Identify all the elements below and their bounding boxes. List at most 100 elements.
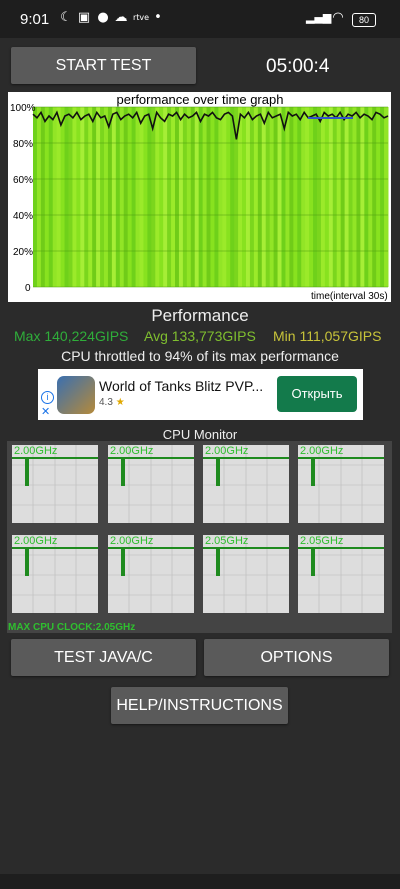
y-tick-80: 80%: [13, 139, 34, 150]
stripe: [273, 107, 279, 287]
stripe: [364, 107, 369, 287]
stripe: [178, 107, 184, 287]
cpu-core-frequency: 2.00GHz: [110, 445, 154, 457]
stripe: [123, 107, 129, 287]
stripe: [36, 107, 42, 287]
stripe: [309, 107, 314, 287]
stripe: [257, 107, 263, 287]
stripe: [96, 107, 101, 287]
stripe: [159, 107, 164, 287]
y-tick-20: 20%: [13, 247, 34, 258]
stripe: [182, 107, 188, 287]
stripe: [155, 107, 160, 287]
timer: 05:00:4: [266, 56, 330, 77]
cpu-core-graph: 2.00GHz: [108, 535, 194, 613]
app-icon: ●: [97, 10, 109, 25]
stripe: [305, 107, 310, 287]
ad-app-icon: [57, 376, 95, 414]
stripe: [368, 107, 373, 287]
stripe: [135, 107, 140, 287]
stripe: [297, 107, 302, 287]
stripe: [210, 107, 215, 287]
nfc-icon: ▣: [77, 10, 91, 25]
stripe: [332, 107, 338, 287]
stripe: [277, 107, 282, 287]
stripe: [293, 107, 298, 287]
stripe: [348, 107, 353, 287]
cpu-core-frequency: 2.00GHz: [300, 445, 344, 457]
performance-graph: [8, 92, 391, 302]
stripe: [40, 107, 46, 287]
performance-title: Performance: [151, 306, 249, 325]
cpu-core-frequency: 2.05GHz: [300, 535, 344, 547]
stripe: [320, 107, 326, 287]
stripe: [384, 107, 389, 287]
stripe: [163, 107, 168, 287]
stripe: [206, 107, 211, 287]
stripe: [352, 107, 357, 287]
stripe: [131, 107, 137, 287]
cpu-core-graph: 2.05GHz: [203, 535, 289, 613]
stripe: [380, 107, 385, 287]
cpu-core-frequency: 2.00GHz: [110, 535, 154, 547]
y-tick-40: 40%: [13, 211, 34, 222]
throttle-text: CPU throttled to 94% of its max performa…: [61, 348, 339, 364]
y-tick-60: 60%: [13, 175, 34, 186]
stripe: [281, 107, 286, 287]
ad-open-button[interactable]: Открыть: [277, 376, 357, 412]
close-icon[interactable]: ✕: [41, 405, 50, 418]
stripe: [147, 107, 152, 287]
stripe: [111, 107, 117, 287]
stripe: [80, 107, 85, 287]
cpu-core-frequency: 2.00GHz: [14, 535, 58, 547]
stripe: [171, 107, 176, 287]
stripe: [301, 107, 306, 287]
stripe: [72, 107, 77, 287]
stripe: [336, 107, 342, 287]
navigation-bar: [0, 874, 400, 889]
stripe: [214, 107, 219, 287]
stripe: [194, 107, 200, 287]
status-time: 9:01: [20, 11, 50, 28]
stripe: [249, 107, 255, 287]
stripe: [313, 107, 318, 287]
cpu-core-graph: 2.00GHz: [12, 445, 98, 523]
stripe: [226, 107, 231, 287]
ad-banner[interactable]: i ✕ World of Tanks Blitz PVP... 4.3 ★ От…: [38, 369, 363, 420]
cpu-core-frequency: 2.00GHz: [205, 445, 249, 457]
info-icon[interactable]: i: [41, 391, 54, 404]
stripe: [107, 107, 113, 287]
stripe: [328, 107, 334, 287]
stripe: [285, 107, 290, 287]
stripe: [317, 107, 322, 287]
cpu-core-graph: 2.00GHz: [298, 445, 384, 523]
stripe: [100, 107, 105, 287]
options-button[interactable]: OPTIONS: [204, 639, 389, 676]
ad-title: World of Tanks Blitz PVP...: [99, 378, 264, 394]
test-java-c-button[interactable]: TEST JAVA/C: [11, 639, 196, 676]
start-test-button[interactable]: START TEST: [11, 47, 196, 84]
stripe: [202, 107, 208, 287]
stripe: [261, 107, 267, 287]
stripe: [68, 107, 73, 287]
stripe: [186, 107, 192, 287]
max-cpu-clock: MAX CPU CLOCK:2.05GHz: [8, 622, 136, 633]
stripe: [324, 107, 330, 287]
stripe: [60, 107, 66, 287]
cpu-core-graph: 2.05GHz: [298, 535, 384, 613]
stripe: [56, 107, 62, 287]
ad-rating: 4.3 ★: [99, 397, 125, 408]
rtve-icon: rtve: [133, 13, 150, 22]
cpu-core-graph: 2.00GHz: [12, 535, 98, 613]
battery-icon: 80: [352, 13, 376, 27]
stripe: [198, 107, 204, 287]
stripe: [289, 107, 294, 287]
max-performance: Max 140,224GIPS: [14, 328, 129, 344]
cpu-monitor-panel: 2.00GHz 2.00GHz 2.00GHz 2.00GHz 2.00GHz 2.00G…: [7, 441, 392, 633]
stripe: [222, 107, 227, 287]
help-instructions-button[interactable]: HELP/INSTRUCTIONS: [111, 687, 288, 724]
stripe: [356, 107, 361, 287]
stripe: [190, 107, 196, 287]
stripe: [344, 107, 350, 287]
stripe: [119, 107, 125, 287]
